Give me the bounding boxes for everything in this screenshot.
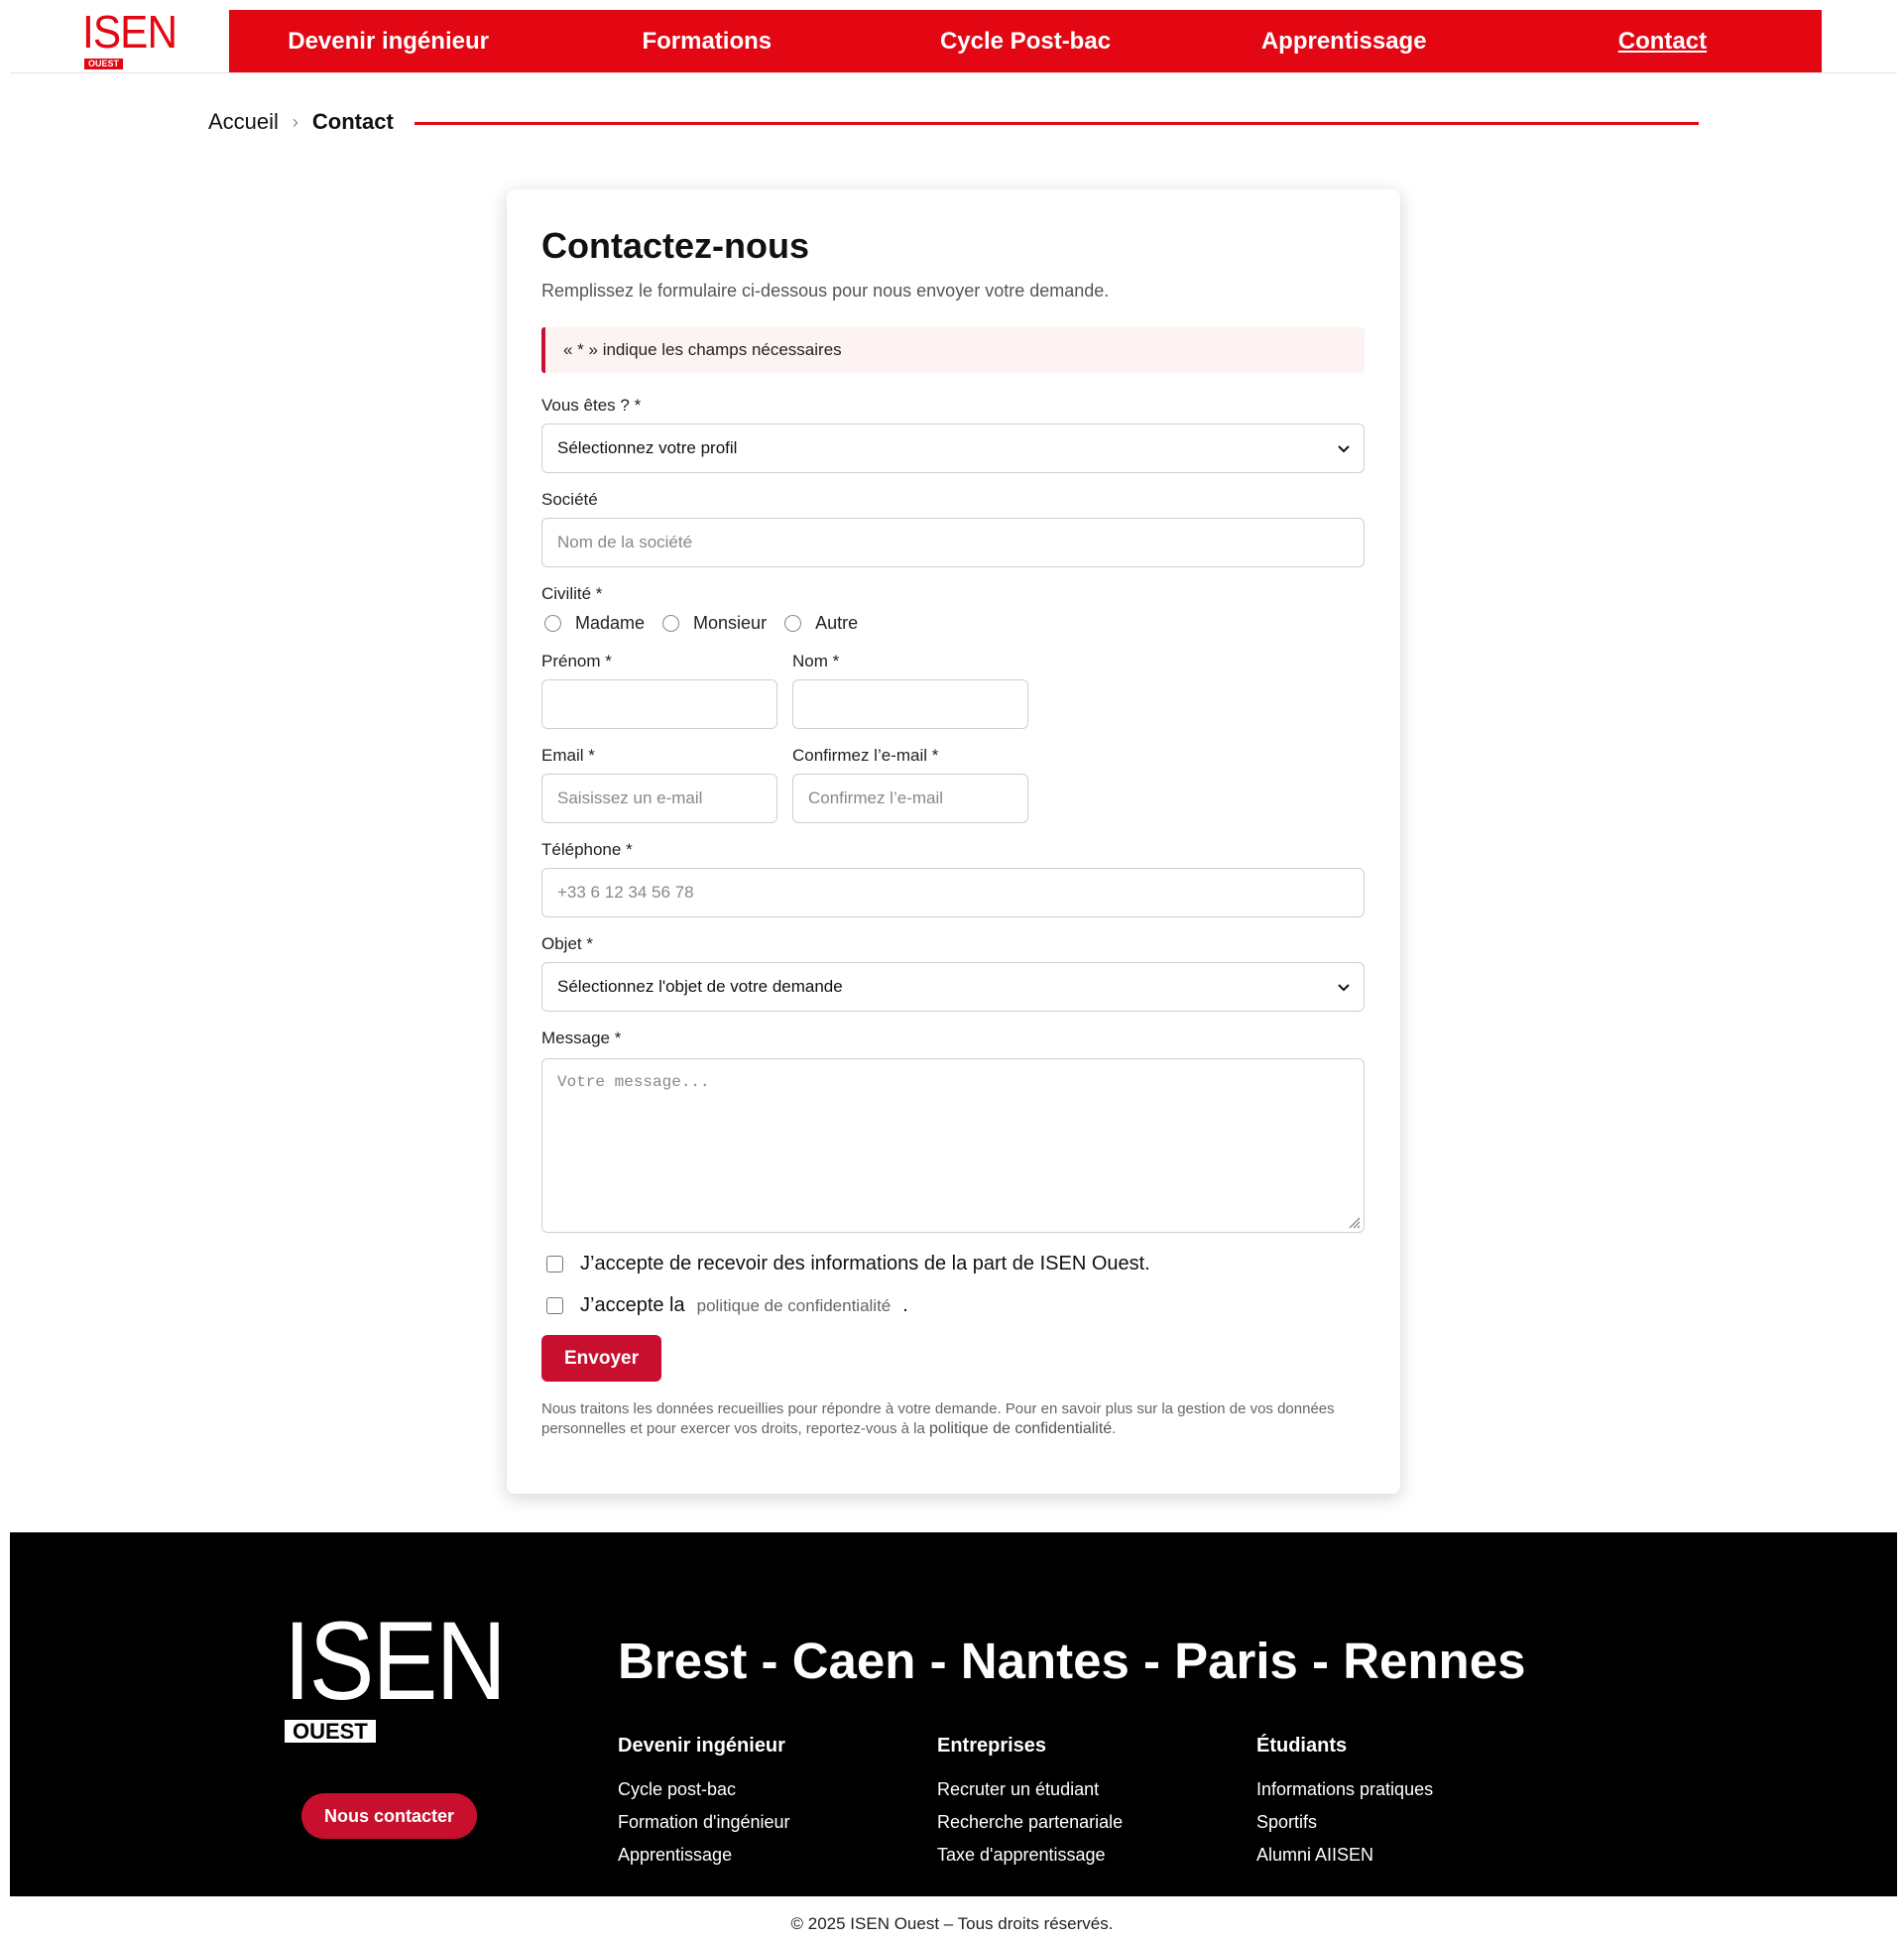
radio-autre-label[interactable]: Autre [815,613,858,634]
email-field[interactable]: Saisissez un e-mail [541,774,777,823]
nav-label: Contact [1617,27,1708,55]
form-title: Contactez-nous [541,225,809,266]
nav-item-devenir-ingenieur[interactable]: Devenir ingénieur [229,10,547,72]
breadcrumb-current: Contact [311,109,394,134]
footer-column-title: Étudiants [1256,1735,1348,1757]
footer-link[interactable]: Taxe d'apprentissage [937,1839,1123,1872]
footer-column-title: Entreprises [937,1735,1047,1757]
nav-label: Apprentissage [1260,27,1427,55]
subject-label: Objet * [541,934,593,953]
logo-wordmark: ISEN [82,6,178,58]
email-confirm-field[interactable]: Confirmez l’e-mail [792,774,1028,823]
contact-form-card: Contactez-nous Remplissez le formulaire … [507,189,1400,1494]
phone-placeholder: +33 6 12 34 56 78 [557,883,694,902]
site-header: ISEN OUEST Devenir ingénieur Formations … [10,0,1897,73]
radio-autre[interactable] [784,615,802,632]
consent-policy-label[interactable]: J’accepte la [580,1294,685,1317]
civility-label: Civilité * [541,584,603,603]
footer-column-entreprises: Entreprises Recruter un étudiant Recherc… [937,1735,1123,1872]
nav-label: Cycle Post-bac [939,27,1112,55]
legal-notice: Nous traitons les données recueillies po… [541,1399,1365,1439]
footer-link[interactable]: Recruter un étudiant [937,1773,1123,1806]
radio-madame[interactable] [544,615,561,632]
breadcrumb-divider [415,122,1699,125]
footer-column-devenir-ingenieur: Devenir ingénieur Cycle post-bac Formati… [618,1735,790,1872]
footer-link[interactable]: Sportifs [1256,1806,1433,1839]
resize-handle-icon[interactable] [1345,1213,1361,1229]
firstname-input[interactable] [541,679,777,729]
breadcrumb-home-link[interactable]: Accueil [208,109,279,135]
submit-label: Envoyer [564,1347,639,1369]
submit-button[interactable]: Envoyer [541,1335,661,1382]
nav-label: Devenir ingénieur [288,27,489,55]
subject-select-value: Sélectionnez l'objet de votre demande [557,977,843,996]
site-footer: ISEN OUEST Nous contacter Brest - Caen -… [10,1532,1897,1896]
consent-policy-checkbox[interactable] [546,1297,563,1314]
radio-monsieur[interactable] [662,615,680,632]
footer-logo-wordmark: ISEN [284,1599,507,1723]
email-confirm-placeholder: Confirmez l’e-mail [808,789,944,807]
footer-link[interactable]: Alumni AIISEN [1256,1839,1433,1872]
legal-privacy-link[interactable]: politique de confidentialité [929,1420,1112,1437]
message-label: Message * [541,1029,622,1047]
email-placeholder: Saisissez un e-mail [557,789,703,807]
footer-contact-label: Nous contacter [323,1805,455,1826]
subject-select[interactable]: Sélectionnez l'objet de votre demande [541,962,1365,1012]
footer-logo-subtitle: OUEST [285,1720,376,1743]
copyright: © 2025 ISEN Ouest – Tous droits réservés… [790,1914,1114,1933]
nav-label: Formations [642,27,773,55]
isen-logo[interactable]: ISEN OUEST [82,6,191,71]
logo-subtitle: OUEST [84,59,124,69]
nav-item-contact[interactable]: Contact [1503,10,1822,72]
main-nav: Devenir ingénieur Formations Cycle Post-… [229,10,1822,72]
chevron-down-icon [1338,440,1350,456]
company-placeholder: Nom de la société [557,533,693,551]
consent-policy-suffix: . [902,1294,908,1316]
breadcrumb-separator-icon: › [292,111,298,132]
breadcrumb: Accueil › Contact [208,109,394,135]
footer-column-title: Devenir ingénieur [618,1735,785,1757]
phone-field[interactable]: +33 6 12 34 56 78 [541,868,1365,917]
profile-label: Vous êtes ? * [541,396,642,415]
form-subtitle: Remplissez le formulaire ci-dessous pour… [541,281,1110,301]
consent-info-row: J’accepte de recevoir des informations d… [546,1253,1150,1275]
lastname-input[interactable] [792,679,1028,729]
nav-item-formations[interactable]: Formations [547,10,866,72]
firstname-label: Prénom * [541,652,612,670]
footer-contact-button[interactable]: Nous contacter [301,1793,477,1839]
profile-select[interactable]: Sélectionnez votre profil [541,424,1365,473]
radio-monsieur-label[interactable]: Monsieur [693,613,767,634]
footer-link[interactable]: Formation d'ingénieur [618,1806,790,1839]
lastname-label: Nom * [792,652,840,670]
privacy-policy-link[interactable]: politique de confidentialité [697,1296,892,1316]
nav-item-cycle-post-bac[interactable]: Cycle Post-bac [866,10,1184,72]
consent-info-checkbox[interactable] [546,1256,563,1273]
footer-column-etudiants: Étudiants Informations pratiques Sportif… [1256,1735,1433,1872]
footer-logo[interactable]: ISEN OUEST [284,1599,522,1746]
profile-select-value: Sélectionnez votre profil [557,438,738,457]
email-confirm-label: Confirmez l’e-mail * [792,746,939,765]
message-textarea[interactable]: Votre message... [541,1058,1365,1233]
footer-link[interactable]: Cycle post-bac [618,1773,790,1806]
company-input[interactable]: Nom de la société [541,518,1365,567]
footer-link[interactable]: Informations pratiques [1256,1773,1433,1806]
email-label: Email * [541,746,595,765]
consent-info-label[interactable]: J’accepte de recevoir des informations d… [580,1253,1150,1275]
notice-text: « * » indique les champs nécessaires [563,340,842,359]
civility-radio-group: Madame Monsieur Autre [544,613,876,634]
footer-link[interactable]: Apprentissage [618,1839,790,1872]
phone-label: Téléphone * [541,840,633,859]
footer-link[interactable]: Recherche partenariale [937,1806,1123,1839]
chevron-down-icon [1338,979,1350,995]
campus-cities: Brest - Caen - Nantes - Paris - Rennes [618,1633,1526,1689]
message-placeholder: Votre message... [557,1073,710,1091]
radio-madame-label[interactable]: Madame [575,613,645,634]
consent-policy-row: J’accepte la politique de confidentialit… [546,1294,908,1317]
nav-item-apprentissage[interactable]: Apprentissage [1185,10,1503,72]
legal-end: . [1112,1420,1117,1437]
company-label: Société [541,490,598,509]
required-fields-notice: « * » indique les champs nécessaires [541,327,1365,373]
